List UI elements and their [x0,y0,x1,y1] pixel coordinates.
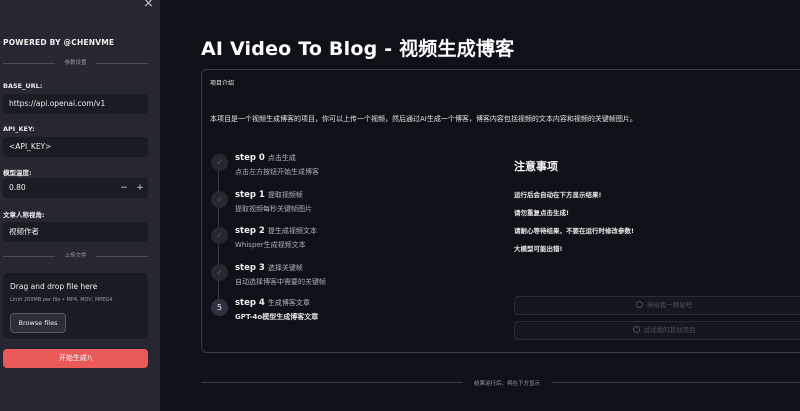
check-icon: ✓ [211,191,228,208]
drag-drop-text: Drag and drop file here [10,282,98,291]
step-name: step 2 [235,226,265,236]
project-intro-card: 项目介绍 本项目是一个视频生成博客的项目，你可以上传一个视频，然后通过AI生成一… [201,69,800,353]
intro-text: 本项目是一个视频生成博客的项目，你可以上传一个视频，然后通过AI生成一个博客，博… [210,115,637,123]
notice-item: 运行后会自动在下方显示结果! [514,191,602,199]
temperature-value[interactable]: 0.80 [9,178,26,198]
sidebar: × POWERED BY @CHENVME 参数设置 BASE_URL: htt… [0,0,160,411]
step-description: Whisper生成视频文本 [235,241,306,249]
api-key-label: API_KEY: [3,125,35,133]
notice-item: 请耐心等待结果，不要在运行时修改参数! [514,227,634,235]
step-name: step 4 [235,298,265,308]
step-description: 提取视频每秒关键帧图片 [235,205,312,213]
notice-title: 注意事项 [514,160,558,173]
temperature-label: 模型温度: [3,169,32,177]
github-icon [632,326,640,333]
step-name: step 0 [235,153,265,163]
check-icon: ✓ [211,154,228,171]
step-name: step 1 [235,190,265,200]
step-title: 点击生成 [267,154,296,162]
close-sidebar-icon[interactable]: × [143,0,154,11]
page-title: AI Video To Blog - 视频生成博客 [201,38,515,60]
decrement-button[interactable]: − [117,178,131,198]
check-icon: ✓ [211,264,228,281]
temperature-input[interactable]: 0.80 − + [3,178,148,198]
params-section-label: 参数设置 [64,60,87,66]
perspective-input[interactable]: 视频作者 [3,222,148,242]
file-uploader-dropzone[interactable]: Drag and drop file here Limit 200MB per … [3,273,148,339]
github-icon [635,301,643,308]
step-title: 提生成视频文本 [267,227,317,235]
results-divider-right [552,382,800,383]
browse-files-button[interactable]: Browse files [10,313,66,333]
step-description: GPT-4o模型生成博客文章 [235,313,319,321]
base-url-input[interactable]: https://api.openai.com/v1 [3,94,148,114]
params-divider: 参数设置 [3,58,148,68]
step-title: 提取视频帧 [267,191,303,199]
step-title: 生成博客文章 [267,299,310,307]
step-title: 选择关键帧 [267,264,303,272]
github-projects-label: 试试我的其他项目 [643,326,696,334]
notice-item: 请勿重复点击生成! [514,209,569,217]
powered-by-text: POWERED BY @CHENVME [3,38,115,47]
github-projects-button[interactable]: 试试我的其他项目 [514,321,800,340]
step-description: 自动选择博客中需要的关键帧 [235,278,326,286]
step-description: 点击左方按钮开始生成博客 [235,168,319,176]
step-name: step 3 [235,263,265,273]
upload-divider: 上传文件 [3,251,148,261]
card-header: 项目介绍 [210,80,235,87]
check-icon: ✓ [211,227,228,244]
api-key-input[interactable]: <API_KEY> [3,137,148,157]
perspective-label: 文章人称视角: [3,211,45,219]
notice-item: 大模型可能出错! [514,245,563,253]
results-label: 结果运行后，将在下方显示 [473,381,540,387]
generate-button[interactable]: 开始生成!\ [3,349,148,368]
increment-button[interactable]: + [133,178,147,198]
github-star-label: 来给我一颗星吧 [646,301,693,309]
base-url-label: BASE_URL: [3,82,43,90]
github-star-button[interactable]: 来给我一颗星吧 [514,296,800,315]
upload-limit-text: Limit 200MB per file • MP4, MOV, MPEG4 [10,297,113,303]
step-number-badge: 5 [211,299,228,316]
upload-section-label: 上传文件 [64,253,87,259]
